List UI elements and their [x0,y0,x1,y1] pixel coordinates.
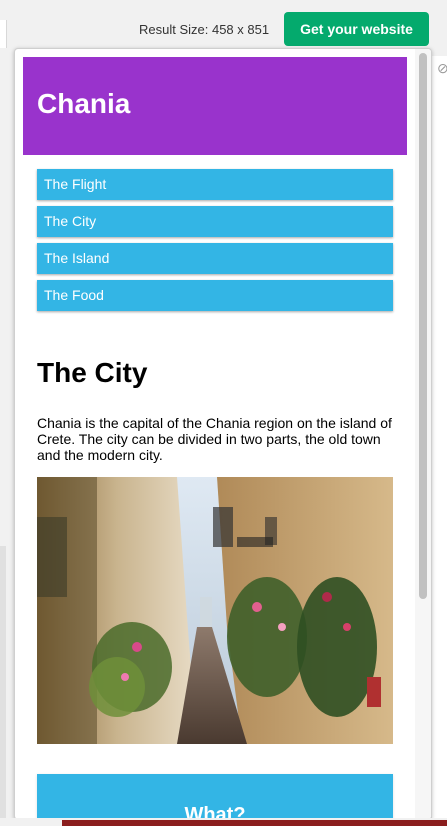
aside-box: What? [37,774,393,819]
result-page: Chania The Flight The City The Island Th… [15,49,415,819]
left-edge-strip [0,20,7,48]
content-title: The City [37,357,148,388]
page-header: Chania [23,57,407,155]
bottom-strip-red [62,820,447,826]
result-frame: Chania The Flight The City The Island Th… [14,48,432,820]
aside-title: What? [184,804,246,819]
content-text: Chania is the capital of the Chania regi… [37,415,392,463]
scrollbar-thumb[interactable] [419,53,427,599]
menu-item-food[interactable]: The Food [37,280,393,311]
city-photo [37,477,393,744]
menu-item-island[interactable]: The Island [37,243,393,274]
right-panel [431,56,447,826]
menu-item-flight[interactable]: The Flight [37,169,393,200]
left-rail [0,56,14,826]
get-website-button[interactable]: Get your website [284,12,429,46]
scrollbar[interactable] [415,49,431,819]
left-rail-handle[interactable] [0,546,6,826]
nav-menu: The Flight The City The Island The Food [37,169,393,317]
page-title: Chania [37,88,131,119]
result-size-label: Result Size: 458 x 851 [139,22,270,37]
menu-item-city[interactable]: The City [37,206,393,237]
link-icon: ⊘ [437,60,447,76]
